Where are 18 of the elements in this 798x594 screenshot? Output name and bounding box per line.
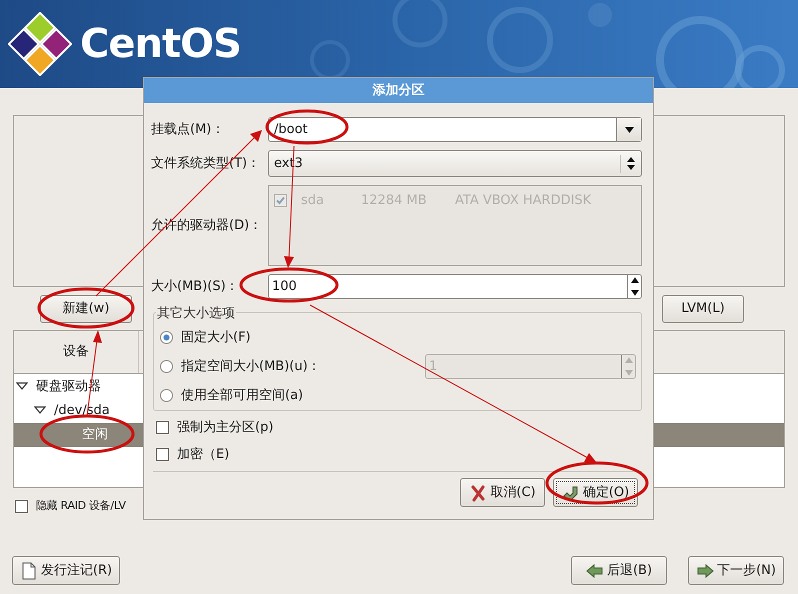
field-label: 大小(MB)(S)：: [151, 278, 240, 296]
dialog-title: 添加分区: [144, 78, 653, 103]
field-label: 文件系统类型(T)：: [151, 154, 262, 173]
drive-model: ATA VBOX HARDDISK: [455, 192, 592, 210]
tree-label: 空闲: [82, 426, 108, 444]
spin-value: 1: [428, 358, 438, 376]
drive-size: 12284 MB: [361, 192, 428, 210]
radio-label: 指定空间大小(MB)(u)：: [181, 358, 321, 376]
checkbox-label: 隐藏 RAID 设备/LV: [36, 498, 126, 514]
drive-name: sda: [301, 192, 325, 210]
combo-value: /boot: [274, 120, 308, 139]
checkbox-label: 强制为主分区(p): [177, 418, 274, 437]
field-label: 挂载点(M)：: [151, 120, 226, 139]
checkbox-label: 加密（E): [177, 446, 230, 464]
logo-text: CentOS: [80, 20, 241, 69]
radio-label: 固定大小(F): [181, 328, 251, 347]
spin-value: 100: [271, 278, 298, 296]
radio-label: 使用全部可用空间(a): [181, 386, 304, 405]
